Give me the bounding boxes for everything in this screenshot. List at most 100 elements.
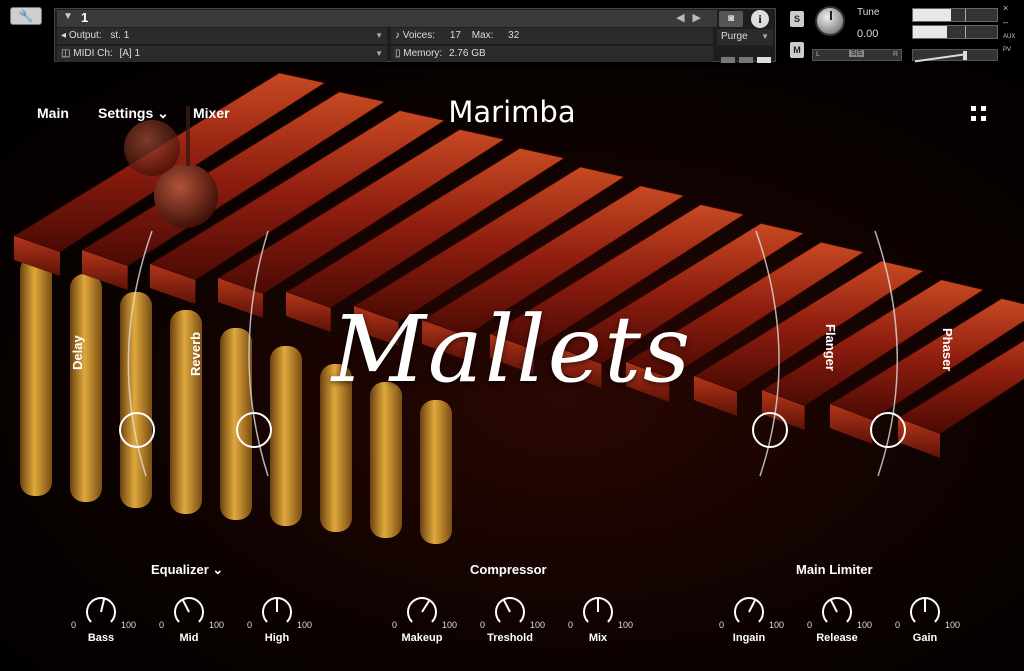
memory-value: 2.76 GB	[448, 48, 486, 59]
knob-label: Makeup	[401, 632, 443, 644]
knob-max-label: 100	[530, 620, 546, 630]
knob-treshold[interactable]	[492, 594, 528, 630]
output-icon: ◂	[61, 30, 69, 41]
knob-min-label: 0	[807, 620, 813, 630]
output-label: Output:	[68, 30, 102, 41]
knob-min-label: 0	[719, 620, 725, 630]
pan-right-label: R	[892, 51, 898, 58]
pan-slider[interactable]: L S|S R	[812, 49, 902, 61]
knob-label: High	[264, 632, 290, 644]
solo-button[interactable]: S	[790, 11, 804, 27]
output-value: st. 1	[110, 30, 130, 41]
knob-label: Mix	[588, 632, 608, 644]
knob-release[interactable]	[819, 594, 855, 630]
voices-icon: ♪	[395, 30, 403, 41]
knob-label: Ingain	[732, 632, 766, 644]
knob-max-label: 100	[121, 620, 137, 630]
tune-label: Tune	[857, 7, 880, 18]
knob-max-label: 100	[442, 620, 458, 630]
fx-flanger-toggle[interactable]	[752, 412, 788, 448]
knob-label: Release	[816, 632, 858, 644]
knob-min-label: 0	[71, 620, 77, 630]
volume-slider[interactable]	[912, 49, 998, 63]
knob-makeup[interactable]	[404, 594, 440, 630]
dropdown-arrow-icon: ▼	[375, 31, 383, 40]
collapse-triangle-icon[interactable]: ▼	[63, 11, 73, 22]
knob-label: Gain	[912, 632, 938, 644]
aux-label[interactable]: AUX	[1003, 34, 1015, 40]
knob-min-label: 0	[392, 620, 398, 630]
instrument-nav-arrows-icon[interactable]: ◀▶	[676, 11, 709, 24]
snapshot-camera-icon[interactable]: ◙	[719, 11, 743, 27]
fx-phaser-label: Phaser	[940, 328, 955, 372]
equalizer-section-header[interactable]: Equalizer ⌄	[151, 562, 223, 578]
instrument-panel: Main Settings ⌄ Mixer Marimba Mallets De…	[0, 66, 1024, 671]
knob-label: Treshold	[487, 632, 533, 644]
close-icon[interactable]: ×	[1003, 3, 1008, 13]
purge-dropdown[interactable]: Purge ▼	[717, 29, 773, 45]
fx-delay-toggle[interactable]	[119, 412, 155, 448]
knob-high[interactable]	[259, 594, 295, 630]
level-meter-right	[912, 25, 998, 39]
knob-max-label: 100	[857, 620, 873, 630]
purge-label: Purge	[721, 31, 748, 42]
knob-max-label: 100	[297, 620, 313, 630]
memory-label: Memory:	[403, 48, 443, 59]
knob-max-label: 100	[209, 620, 225, 630]
dropdown-arrow-icon: ▼	[761, 32, 769, 41]
limiter-section-header: Main Limiter	[796, 562, 873, 577]
fx-reverb-label: Reverb	[188, 331, 203, 376]
knob-mid[interactable]	[171, 594, 207, 630]
mute-button[interactable]: M	[790, 42, 804, 58]
knob-mix[interactable]	[580, 594, 616, 630]
midi-icon: ◫	[61, 48, 74, 59]
midi-channel-select[interactable]: ◫ MIDI Ch: [A] 1 ▼	[57, 46, 387, 62]
midi-value: [A] 1	[119, 48, 141, 59]
knob-label: Bass	[87, 632, 115, 644]
info-icon[interactable]: i	[751, 10, 769, 28]
midi-label: MIDI Ch:	[73, 48, 113, 59]
voices-value: 17	[449, 30, 461, 41]
fx-flanger-label: Flanger	[823, 324, 838, 371]
knob-max-label: 100	[618, 620, 634, 630]
max-voices-label: Max:	[471, 30, 494, 41]
instrument-strip: ▼ 1 ◀▶ ◙ i ◂ Output: st. 1 ▼ ♪ Voices: 1…	[54, 8, 776, 63]
knob-min-label: 0	[480, 620, 486, 630]
resonator-tube	[370, 382, 402, 538]
knob-max-label: 100	[945, 620, 961, 630]
resonator-tube	[420, 400, 452, 544]
knob-bass[interactable]	[83, 594, 119, 630]
tune-value[interactable]: 0.00	[857, 28, 878, 40]
tune-knob[interactable]	[815, 6, 845, 36]
dropdown-arrow-icon: ▼	[375, 49, 383, 58]
minimize-icon[interactable]: –	[1003, 17, 1008, 27]
memory-field: ▯ Memory: 2.76 GB	[391, 46, 713, 62]
voices-field: ♪ Voices: 17 Max: 32	[391, 28, 713, 44]
fx-delay-label: Delay	[70, 335, 85, 370]
knob-min-label: 0	[568, 620, 574, 630]
voices-label: Voices:	[402, 30, 436, 41]
knob-max-label: 100	[769, 620, 785, 630]
level-meter-left	[912, 8, 998, 22]
instrument-name[interactable]: 1	[81, 10, 88, 25]
wrench-icon[interactable]: 🔧	[10, 7, 42, 25]
mallets-logo: Mallets	[331, 296, 693, 403]
instrument-name-bar[interactable]: ▼ 1 ◀▶	[57, 10, 717, 27]
max-voices-value[interactable]: 32	[508, 30, 519, 41]
knob-min-label: 0	[247, 620, 253, 630]
knob-ingain[interactable]	[731, 594, 767, 630]
kontakt-header: 🔧 ▼ 1 ◀▶ ◙ i ◂ Output: st. 1 ▼ ♪ Voices:…	[0, 0, 1024, 66]
pv-label[interactable]: PV	[1003, 47, 1011, 53]
pan-left-label: L	[816, 51, 820, 58]
knob-label: Mid	[179, 632, 199, 644]
fx-phaser-toggle[interactable]	[870, 412, 906, 448]
grid-menu-icon[interactable]	[971, 106, 987, 122]
knob-gain[interactable]	[907, 594, 943, 630]
compressor-section-header: Compressor	[470, 562, 547, 577]
instrument-title: Marimba	[448, 95, 576, 129]
knob-min-label: 0	[159, 620, 165, 630]
fx-reverb-toggle[interactable]	[236, 412, 272, 448]
output-select[interactable]: ◂ Output: st. 1 ▼	[57, 28, 387, 44]
knob-min-label: 0	[895, 620, 901, 630]
pan-handle[interactable]: S|S	[849, 50, 865, 57]
